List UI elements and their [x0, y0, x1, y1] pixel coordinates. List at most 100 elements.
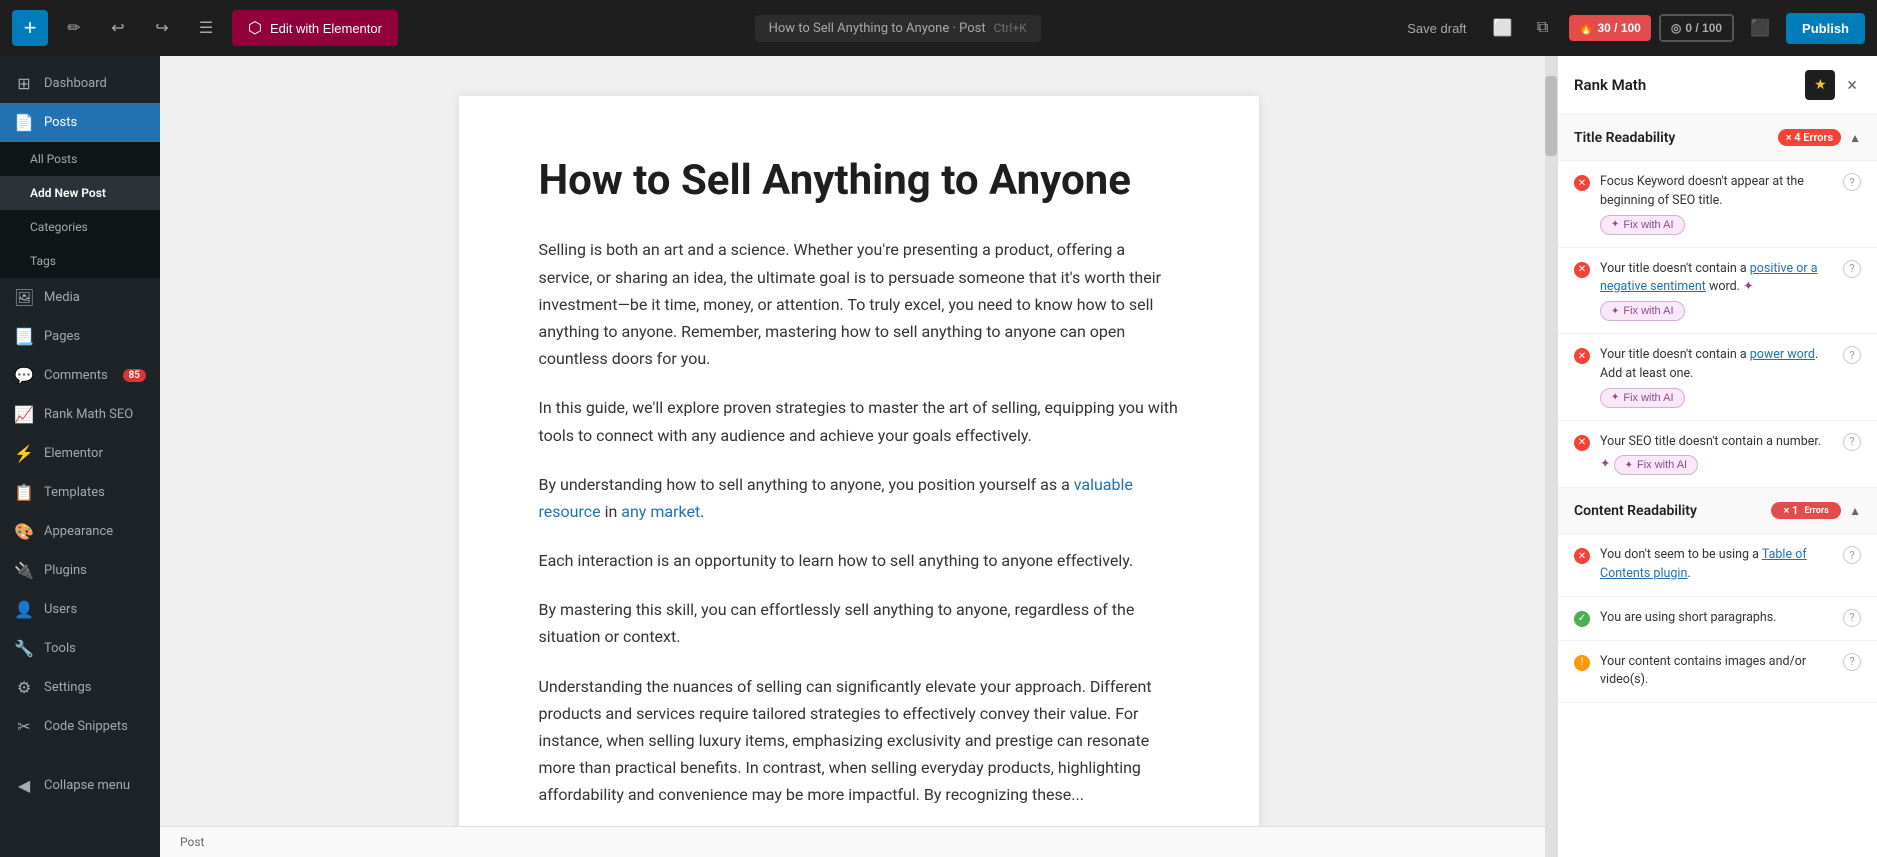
help-icon-1[interactable]: ? — [1843, 173, 1861, 191]
chevron-up-icon-2: ▲ — [1849, 504, 1861, 518]
sidebar-item-dashboard[interactable]: ⊞ Dashboard — [0, 64, 160, 103]
paragraph-3[interactable]: By understanding how to sell anything to… — [539, 471, 1179, 525]
error-text-4: Your SEO title doesn't contain a number.… — [1600, 433, 1833, 476]
sidebar-item-appearance[interactable]: 🎨 Appearance — [0, 512, 160, 551]
help-icon-3[interactable]: ? — [1843, 346, 1861, 364]
sidebar-item-categories[interactable]: Categories — [0, 210, 160, 244]
help-icon-2[interactable]: ? — [1843, 260, 1861, 278]
fix-ai-button-2[interactable]: ✦ Fix with AI — [1600, 301, 1685, 321]
content-readability-header[interactable]: Content Readability × 1Errors ▲ — [1558, 488, 1877, 534]
sidebar-item-settings[interactable]: ⚙ Settings — [0, 668, 160, 707]
sidebar-toggle-button[interactable]: ⬛ — [1742, 10, 1778, 46]
users-icon: 👤 — [14, 600, 34, 619]
sidebar-item-label: Settings — [44, 680, 91, 695]
paragraph-5[interactable]: By mastering this skill, you can effortl… — [539, 596, 1179, 650]
rankmath-star-button[interactable]: ★ — [1805, 70, 1835, 100]
fix-ai-button-3[interactable]: ✦ Fix with AI — [1600, 388, 1685, 408]
error-item-3: ✕ Your title doesn't contain a power wor… — [1558, 334, 1877, 421]
sidebar-item-label: Comments — [44, 368, 108, 383]
content-success-icon-1: ✓ — [1574, 611, 1590, 627]
seo-score-button[interactable]: 🔥 30 / 100 — [1569, 15, 1651, 41]
paragraph-6[interactable]: Understanding the nuances of selling can… — [539, 673, 1179, 809]
post-info: How to Sell Anything to Anyone · Post Ct… — [755, 15, 1041, 42]
edit-with-elementor-button[interactable]: ⬡ Edit with Elementor — [232, 10, 398, 46]
edit-pencil-button[interactable]: ✏ — [56, 10, 92, 46]
help-icon-6[interactable]: ? — [1843, 609, 1861, 627]
post-body[interactable]: Selling is both an art and a science. Wh… — [539, 236, 1179, 808]
fix-ai-button-1[interactable]: ✦ Fix with AI — [1600, 215, 1685, 235]
scrollbar-track[interactable] — [1545, 56, 1557, 857]
desktop-icon: ⬜ — [1493, 18, 1513, 38]
list-view-button[interactable]: ☰ — [188, 10, 224, 46]
sidebar-item-pages[interactable]: 📃 Pages — [0, 317, 160, 356]
add-block-button[interactable]: + — [12, 10, 48, 46]
sidebar-item-tools[interactable]: 🔧 Tools — [0, 629, 160, 668]
sidebar-item-all-posts[interactable]: All Posts — [0, 142, 160, 176]
sidebar-subitem-label: Add New Post — [30, 186, 106, 200]
sentiment-link[interactable]: positive or a negative sentiment — [1600, 261, 1818, 295]
help-icon-4[interactable]: ? — [1843, 433, 1861, 451]
settings-icon: ⚙ — [14, 678, 34, 697]
sidebar-item-media[interactable]: 🖼 Media — [0, 278, 160, 317]
paragraph-1[interactable]: Selling is both an art and a science. Wh… — [539, 236, 1179, 372]
sidebar-item-rankmath[interactable]: 📈 Rank Math SEO — [0, 395, 160, 434]
sidebar: ⊞ Dashboard 📄 Posts All Posts Add New Po… — [0, 56, 160, 857]
paragraph-4[interactable]: Each interaction is an opportunity to le… — [539, 547, 1179, 574]
editor-content[interactable]: How to Sell Anything to Anyone Selling i… — [459, 96, 1259, 826]
sidebar-item-plugins[interactable]: 🔌 Plugins — [0, 551, 160, 590]
star-icon: ★ — [1814, 77, 1827, 93]
pencil-icon: ✏ — [67, 18, 80, 38]
keyboard-shortcut: Ctrl+K — [994, 21, 1027, 35]
sidebar-subitem-label: Categories — [30, 220, 88, 234]
rankmath-close-button[interactable]: × — [1843, 71, 1861, 100]
undo-button[interactable]: ↩ — [100, 10, 136, 46]
editor-footer: Post — [160, 826, 1557, 857]
mobile-view-button[interactable]: ⧉ — [1525, 10, 1561, 46]
plugins-icon: 🔌 — [14, 561, 34, 580]
save-draft-button[interactable]: Save draft — [1397, 15, 1476, 42]
toc-plugin-link[interactable]: Table of Contents plugin — [1600, 547, 1807, 581]
readability-score-button[interactable]: ◎ 0 / 100 — [1659, 14, 1734, 42]
sidebar-subitem-label: All Posts — [30, 152, 77, 166]
sidebar-item-collapse[interactable]: ◀ Collapse menu — [0, 766, 160, 805]
redo-button[interactable]: ↪ — [144, 10, 180, 46]
dashboard-icon: ⊞ — [14, 74, 34, 93]
readability-score-value: 0 / 100 — [1685, 21, 1722, 35]
help-icon-7[interactable]: ? — [1843, 653, 1861, 671]
sidebar-item-elementor[interactable]: ⚡ Elementor — [0, 434, 160, 473]
power-word-link[interactable]: power word — [1750, 347, 1815, 362]
error-item-2: ✕ Your title doesn't contain a positive … — [1558, 248, 1877, 335]
sidebar-item-posts[interactable]: 📄 Posts — [0, 103, 160, 142]
sidebar-item-tags[interactable]: Tags — [0, 244, 160, 278]
sidebar-icon: ⬛ — [1750, 18, 1770, 38]
rankmath-title: Rank Math — [1574, 76, 1797, 94]
help-icon-5[interactable]: ? — [1843, 546, 1861, 564]
title-readability-header[interactable]: Title Readability × 4 Errors ▲ — [1558, 115, 1877, 161]
sidebar-item-templates[interactable]: 📋 Templates — [0, 473, 160, 512]
sidebar-subitem-label: Tags — [30, 254, 56, 268]
sidebar-item-label: Dashboard — [44, 76, 107, 91]
scrollbar-thumb[interactable] — [1545, 76, 1557, 156]
desktop-view-button[interactable]: ⬜ — [1485, 10, 1521, 46]
sidebar-item-code-snippets[interactable]: ✂ Code Snippets — [0, 707, 160, 746]
toolbar-right: Save draft ⬜ ⧉ 🔥 30 / 100 ◎ 0 / 100 ⬛ Pu… — [1397, 10, 1865, 46]
editor-area: How to Sell Anything to Anyone Selling i… — [160, 56, 1557, 857]
error-icon-red-2: ✕ — [1574, 262, 1590, 278]
sidebar-item-label: Pages — [44, 329, 80, 344]
error-icon-red-1: ✕ — [1574, 175, 1590, 191]
paragraph-2[interactable]: In this guide, we'll explore proven stra… — [539, 394, 1179, 448]
fix-ai-button-4[interactable]: ✦ Fix with AI — [1614, 455, 1699, 475]
sidebar-item-users[interactable]: 👤 Users — [0, 590, 160, 629]
sidebar-item-comments[interactable]: 💬 Comments 85 — [0, 356, 160, 395]
main-area: ⊞ Dashboard 📄 Posts All Posts Add New Po… — [0, 56, 1877, 857]
undo-icon: ↩ — [111, 18, 124, 38]
seo-score-icon: 🔥 — [1579, 21, 1594, 35]
sidebar-item-label: Templates — [44, 485, 105, 500]
sidebar-item-add-new-post[interactable]: Add New Post — [0, 176, 160, 210]
view-icons: ⬜ ⧉ — [1485, 10, 1561, 46]
publish-button[interactable]: Publish — [1786, 13, 1865, 44]
post-title[interactable]: How to Sell Anything to Anyone — [539, 156, 1179, 206]
section-title-content: Content Readability — [1574, 503, 1763, 519]
editor-scroll[interactable]: How to Sell Anything to Anyone Selling i… — [160, 56, 1557, 826]
collapse-icon: ◀ — [14, 776, 34, 795]
